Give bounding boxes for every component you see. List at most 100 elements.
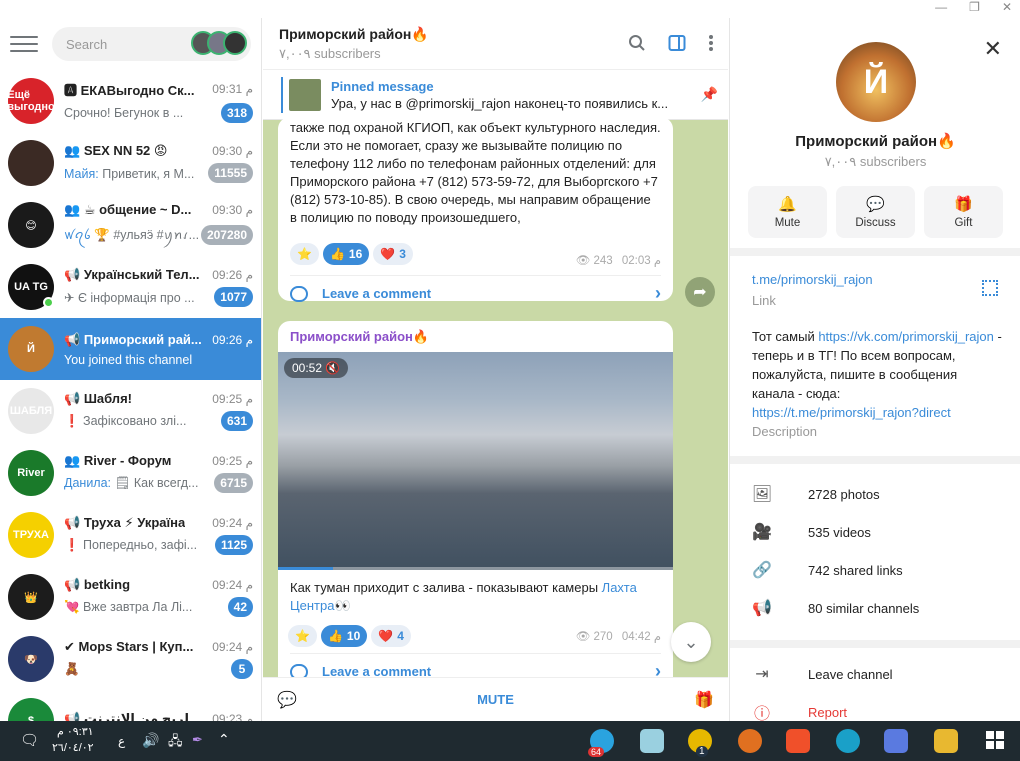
- gift-icon: 🎁: [954, 196, 973, 213]
- message-text: Как туман приходит с залива - показывают…: [290, 580, 637, 613]
- minimize-button[interactable]: —: [935, 0, 947, 14]
- window-controls: — ❐ ✕: [935, 0, 1012, 14]
- chat-time: 09:31 م: [212, 82, 253, 96]
- chat-preview: Данила: 🗒 Как всегд...: [64, 476, 199, 490]
- media-row[interactable]: 🎥 535 videos: [752, 522, 871, 542]
- brave-browser-icon[interactable]: [786, 729, 810, 753]
- chat-name: ✔ Mops Stars | Куп...: [64, 639, 194, 654]
- chat-time: 09:24 م: [212, 578, 253, 592]
- channel-link[interactable]: t.me/primorskij_rajon: [752, 270, 873, 289]
- chat-item[interactable]: 🐶 ✔ Mops Stars | Куп... 09:24 م 🧸 5: [0, 628, 261, 690]
- more-options-icon[interactable]: [708, 34, 714, 52]
- chat-time: 09:25 م: [212, 454, 253, 468]
- chat-item[interactable]: 👑 📢 betking 09:24 م 💘 Вже завтра Ла Лі..…: [0, 566, 261, 628]
- reaction-chip[interactable]: ⭐: [288, 625, 317, 647]
- vk-link[interactable]: https://vk.com/primorskij_rajon: [818, 329, 994, 344]
- chat-item[interactable]: UA TG 📢 Український Тел... 09:26 م ✈ Є і…: [0, 256, 261, 318]
- search-icon[interactable]: [628, 34, 646, 52]
- chat-item[interactable]: River 👥 River - Форум 09:25 م Данила: 🗒 …: [0, 442, 261, 504]
- windows-start-icon[interactable]: [986, 731, 1004, 749]
- reaction-chip[interactable]: 👍 10: [320, 625, 368, 647]
- message-time: 04:42 م: [621, 631, 661, 643]
- chat-item[interactable]: 😊 👥 ☕ общение ~ D... 09:30 م ꪝꪖꪉ 🏆 #улья…: [0, 194, 261, 256]
- discuss-action-button[interactable]: 💬 Discuss: [836, 186, 915, 238]
- report-button[interactable]: ⓘ Report: [752, 702, 847, 722]
- channel-description: Тот самый https://vk.com/primorskij_rajo…: [752, 329, 1002, 420]
- chat-item[interactable]: Ещё выгодно 🅰 ЕКАВыгодно Ск... 09:31 م С…: [0, 70, 261, 132]
- unread-badge: 207280: [200, 225, 253, 245]
- chat-avatar: 🐶: [8, 636, 54, 682]
- reaction-chip[interactable]: ❤️ 3: [373, 243, 413, 265]
- chat-type-icon: 📢: [64, 710, 84, 722]
- discussion-icon[interactable]: 💬: [277, 690, 297, 710]
- file-explorer-icon[interactable]: [934, 729, 958, 753]
- store-icon[interactable]: [884, 729, 908, 753]
- search-input[interactable]: Search: [52, 27, 251, 61]
- media-row[interactable]: 🔗 742 shared links: [752, 560, 903, 580]
- views-count: 270: [593, 631, 613, 643]
- sidebar-toggle-icon[interactable]: [668, 34, 686, 52]
- forward-icon[interactable]: ➦: [685, 277, 715, 307]
- chat-type-icon: 👥: [64, 201, 84, 217]
- chat-name: 📢 betking: [64, 577, 131, 592]
- chat-list: Ещё выгодно 🅰 ЕКАВыгодно Ск... 09:31 م С…: [0, 70, 261, 721]
- reaction-chip[interactable]: 👍 16: [322, 243, 370, 265]
- online-indicator: [43, 297, 54, 308]
- chat-avatar: [8, 140, 54, 186]
- pinned-message-bar[interactable]: Pinned message Ура, у нас в @primorskij_…: [263, 70, 728, 120]
- chat-item[interactable]: Й 📢 Приморский рай... 09:26 م You joined…: [0, 318, 261, 380]
- channel-avatar[interactable]: Й: [836, 42, 916, 122]
- message-bubble-1[interactable]: также под охраной КГИОП, как объект куль…: [278, 117, 673, 303]
- unread-badge: 631: [220, 411, 253, 431]
- telegram-taskbar-icon[interactable]: 64: [588, 729, 614, 757]
- maximize-button[interactable]: ❐: [969, 0, 980, 14]
- scroll-down-button[interactable]: ⌄: [671, 622, 711, 662]
- hamburger-menu-icon[interactable]: [10, 34, 38, 54]
- close-window-button[interactable]: ✕: [1002, 0, 1012, 14]
- chat-item[interactable]: ШАБЛЯ 📢 Шабля! 09:25 م ❗ Зафіксовано злі…: [0, 380, 261, 442]
- gift-action-button[interactable]: 🎁 Gift: [924, 186, 1003, 238]
- reaction-chip[interactable]: ⭐: [290, 243, 319, 265]
- mute-action-button[interactable]: 🔔 Mute: [748, 186, 827, 238]
- mute-button[interactable]: MUTE: [477, 692, 514, 707]
- chat-time: 09:30 م: [212, 144, 253, 158]
- chat-type-icon: 👥: [64, 143, 84, 158]
- edge-browser-icon[interactable]: [836, 729, 860, 753]
- pen-icon[interactable]: ✒: [192, 732, 203, 748]
- taskbar-clock[interactable]: ٠٩:٣١ م ٢٦/٠٤/٠٢: [52, 724, 94, 756]
- pinned-thumbnail: [289, 78, 321, 111]
- notification-icon[interactable]: 🗨: [20, 731, 39, 749]
- leave-channel-button[interactable]: ⇥ Leave channel: [752, 664, 892, 684]
- channel-header[interactable]: Приморский район🔥 ٧,٠٠٩ subscribers: [263, 18, 728, 70]
- reaction-chip[interactable]: ❤️ 4: [371, 625, 411, 647]
- qr-code-icon[interactable]: [982, 280, 998, 296]
- ix-app-icon[interactable]: [738, 729, 762, 753]
- gift-icon[interactable]: 🎁: [694, 690, 714, 710]
- volume-icon[interactable]: 🔊: [142, 732, 159, 749]
- muted-speaker-icon[interactable]: 🔇: [325, 361, 340, 375]
- chat-type-icon: 📢: [64, 391, 84, 406]
- chevron-up-icon[interactable]: ⌃: [218, 731, 230, 748]
- app-taskbar-icon[interactable]: [640, 729, 664, 753]
- network-icon[interactable]: 🖧: [168, 732, 183, 754]
- stories-avatars[interactable]: [191, 31, 247, 55]
- chat-type-icon: 📢: [64, 267, 84, 282]
- video-player[interactable]: 00:52 🔇: [278, 352, 673, 570]
- views-count: 243: [593, 255, 613, 267]
- pinned-app-icon[interactable]: 1: [688, 729, 712, 757]
- message-bubble-2[interactable]: Приморский район🔥 00:52 🔇 Как туман прих…: [278, 321, 673, 711]
- leave-comment-button[interactable]: Leave a comment ›: [290, 275, 661, 311]
- chat-item[interactable]: $ 📢 الربح من الانترنت 💸 09:23 م: [0, 690, 261, 721]
- video-progress-bar[interactable]: [278, 567, 673, 570]
- chat-item[interactable]: 👥 SEX NN 52 😡 09:30 م Майя: Приветик, я …: [0, 132, 261, 194]
- bell-icon: 🔔: [778, 196, 797, 213]
- language-indicator[interactable]: ع: [118, 734, 125, 748]
- media-row[interactable]: 🖼 2728 photos: [752, 484, 880, 504]
- chat-item[interactable]: ТРУХА 📢 Труха ⚡ Україна 09:24 م ❗ Попере…: [0, 504, 261, 566]
- chat-avatar: $: [8, 698, 54, 721]
- leave-comment-label: Leave a comment: [322, 286, 432, 301]
- close-icon[interactable]: ✕: [984, 36, 1002, 62]
- pinned-list-icon[interactable]: 📌: [701, 86, 718, 103]
- media-row[interactable]: 📢 80 similar channels: [752, 598, 919, 618]
- direct-link[interactable]: https://t.me/primorskij_rajon?direct: [752, 405, 951, 420]
